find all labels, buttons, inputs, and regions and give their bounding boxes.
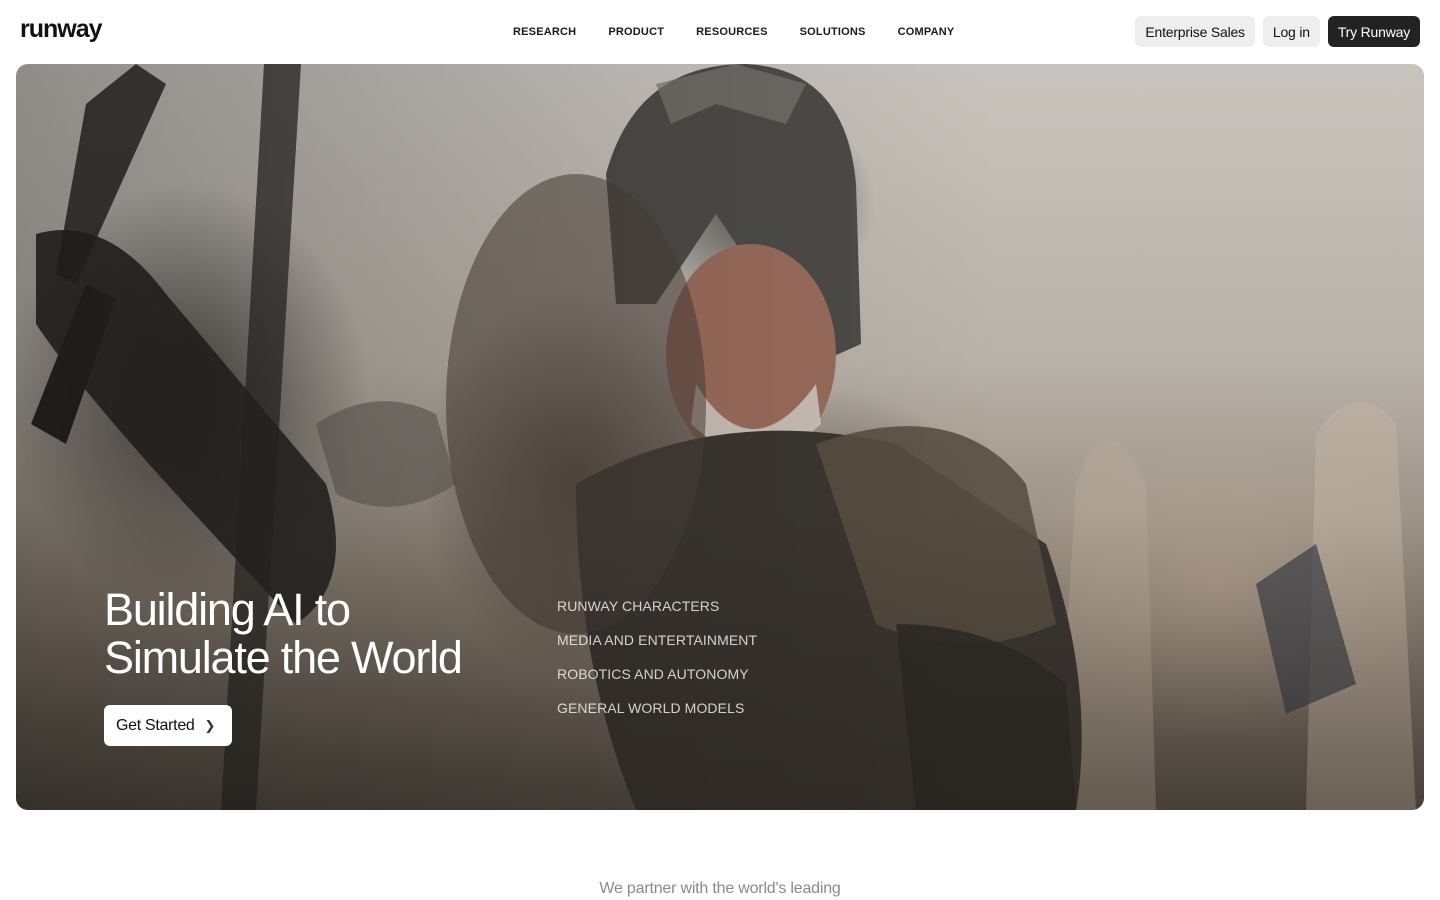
- nav-resources[interactable]: RESOURCES: [680, 0, 783, 64]
- enterprise-sales-button[interactable]: Enterprise Sales: [1135, 16, 1255, 47]
- hero-headline: Building AI to Simulate the World: [104, 586, 524, 682]
- nav-company[interactable]: COMPANY: [882, 0, 971, 64]
- partners-intro-text: We partner with the world's leading: [599, 880, 841, 897]
- headline-line-2: Simulate the World: [104, 632, 463, 683]
- topic-general-world-models[interactable]: GENERAL WORLD MODELS: [557, 699, 757, 718]
- headline-line-1: Building AI to: [104, 584, 351, 635]
- nav-research[interactable]: RESEARCH: [497, 0, 592, 64]
- try-runway-button[interactable]: Try Runway: [1327, 16, 1420, 47]
- runway-logo[interactable]: runway: [20, 15, 103, 44]
- topic-media-entertainment[interactable]: MEDIA AND ENTERTAINMENT: [557, 631, 757, 650]
- nav-solutions[interactable]: SOLUTIONS: [784, 0, 882, 64]
- site-header: runway RESEARCH PRODUCT RESOURCES SOLUTI…: [0, 0, 1440, 64]
- nav-product[interactable]: PRODUCT: [592, 0, 680, 64]
- get-started-label: Get Started: [116, 716, 195, 734]
- main-nav: RESEARCH PRODUCT RESOURCES SOLUTIONS COM…: [497, 0, 970, 64]
- chevron-right-icon: ❯: [204, 717, 216, 733]
- header-actions: Enterprise Sales Log in Try Runway: [1135, 16, 1420, 47]
- topic-runway-characters[interactable]: RUNWAY CHARACTERS: [557, 597, 757, 616]
- login-button[interactable]: Log in: [1262, 16, 1320, 47]
- get-started-button[interactable]: Get Started ❯: [104, 705, 232, 746]
- hero-topics-list: RUNWAY CHARACTERS MEDIA AND ENTERTAINMEN…: [557, 597, 757, 718]
- topic-robotics-autonomy[interactable]: ROBOTICS AND AUTONOMY: [557, 665, 757, 684]
- hero-section: Building AI to Simulate the World Get St…: [16, 64, 1424, 810]
